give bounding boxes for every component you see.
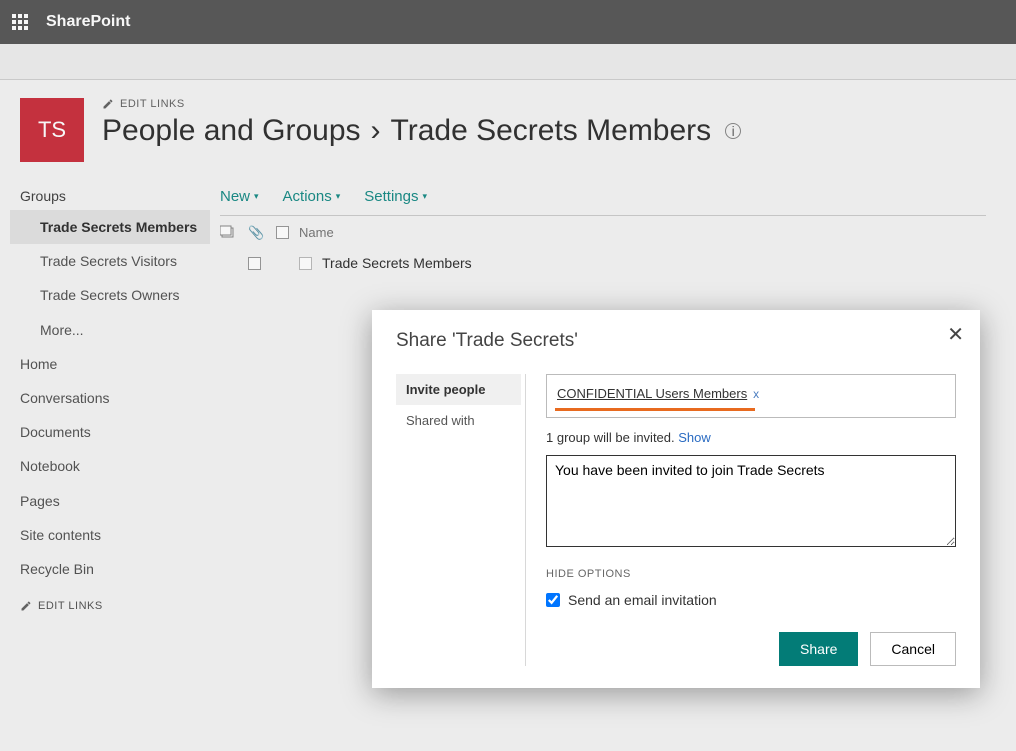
show-link[interactable]: Show xyxy=(678,430,711,445)
invite-count: 1 group will be invited. xyxy=(546,430,675,445)
people-picker[interactable]: CONFIDENTIAL Users Members x xyxy=(546,374,956,418)
email-invitation-label: Send an email invitation xyxy=(568,592,717,608)
tab-shared-with[interactable]: Shared with xyxy=(396,405,521,436)
chip-remove-icon[interactable]: x xyxy=(753,387,759,401)
invite-status: 1 group will be invited. Show xyxy=(546,430,956,445)
email-invitation-checkbox[interactable] xyxy=(546,593,560,607)
message-textarea[interactable] xyxy=(546,455,956,547)
highlight-underline xyxy=(555,408,755,411)
cancel-button[interactable]: Cancel xyxy=(870,632,956,666)
share-dialog: ✕ Share 'Trade Secrets' Invite people Sh… xyxy=(372,310,980,688)
share-button[interactable]: Share xyxy=(779,632,858,666)
dialog-tabs: Invite people Shared with xyxy=(396,374,526,666)
tab-invite-people[interactable]: Invite people xyxy=(396,374,521,405)
people-chip[interactable]: CONFIDENTIAL Users Members xyxy=(557,386,747,401)
dialog-title: Share 'Trade Secrets' xyxy=(396,330,956,352)
hide-options-link[interactable]: HIDE OPTIONS xyxy=(546,568,956,580)
close-icon[interactable]: ✕ xyxy=(947,322,964,347)
